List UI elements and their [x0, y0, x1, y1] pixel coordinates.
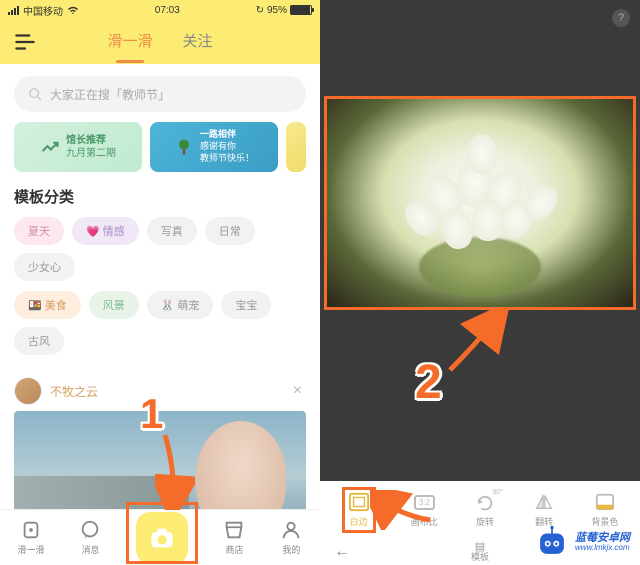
pill-row-1: 夏天 💗情感 写真 日常 少女心	[0, 217, 320, 291]
tool-bgcolor[interactable]: 背景色	[591, 492, 618, 528]
promo-2-line1: 一路相伴	[200, 129, 254, 141]
tab-swipe[interactable]: 滑一滑	[107, 30, 152, 55]
header: 滑一滑 关注	[0, 20, 320, 64]
store-icon	[223, 519, 245, 541]
search-placeholder: 大家正在搜「教师节」	[50, 86, 170, 103]
status-time: 07:03	[155, 5, 180, 16]
tab-follow[interactable]: 关注	[183, 30, 213, 55]
section-title-templates: 模板分类	[0, 186, 320, 217]
promo-card-more[interactable]	[286, 122, 306, 172]
bgcolor-icon	[594, 492, 616, 512]
user-name: 不牧之云	[50, 383, 98, 400]
chart-up-icon	[40, 137, 60, 157]
watermark-robot-icon	[535, 525, 569, 559]
promo-row: 馆长推荐九月第二期 一路相伴感谢有你教师节快乐！	[0, 122, 320, 186]
pill-scenery[interactable]: 风景	[89, 291, 139, 319]
nav-store[interactable]: 商店	[223, 519, 245, 556]
tool-aspect-ratio[interactable]: 3:2 画布比	[411, 492, 438, 528]
left-app-screen: 中国移动 07:03 ↻ 95% 滑一滑 关注 大家正在搜「教师节」	[0, 0, 320, 565]
flip-icon	[533, 492, 555, 512]
canvas-highlight-frame	[324, 96, 636, 310]
nav-messages[interactable]: 消息	[79, 519, 101, 556]
tool-rotate[interactable]: 90° 旋转	[473, 492, 497, 528]
ratio-icon: 3:2	[414, 495, 435, 510]
tool-border-highlight-frame: 白边	[342, 487, 376, 533]
bottom-strip-label: 模板	[471, 553, 489, 563]
scroll-icon	[20, 519, 42, 541]
close-icon[interactable]: ×	[293, 382, 306, 400]
bottom-nav: 滑一滑 消息 商店 我的	[0, 509, 320, 565]
profile-icon	[280, 519, 302, 541]
pill-pets[interactable]: 🐰萌宠	[147, 291, 214, 319]
pill-row-2: 🍱美食 风景 🐰萌宠 宝宝 古风	[0, 291, 320, 365]
nav-camera-button[interactable]	[136, 512, 188, 564]
promo-2-line2: 感谢有你	[200, 141, 254, 153]
canvas-image[interactable]	[327, 99, 633, 307]
promo-1-line2: 九月第二期	[66, 147, 116, 160]
watermark-line2: www.lmkjx.com	[575, 544, 630, 553]
avatar[interactable]	[14, 377, 42, 405]
right-editor-screen: ?	[320, 0, 640, 565]
border-icon	[348, 492, 370, 512]
watermark-line1: 蓝莓安卓网	[575, 532, 630, 544]
back-arrow-icon[interactable]: ←	[334, 543, 350, 561]
nav-swipe[interactable]: 滑一滑	[17, 519, 44, 556]
message-icon	[79, 519, 101, 541]
tool-flip[interactable]: 翻转	[532, 492, 556, 528]
carrier-label: 中国移动	[23, 3, 63, 18]
pill-portrait[interactable]: 写真	[147, 217, 197, 245]
watermark: 蓝莓安卓网 www.lmkjx.com	[535, 525, 630, 559]
battery-pct: 95%	[267, 5, 287, 16]
promo-card-teachers-day[interactable]: 一路相伴感谢有你教师节快乐！	[150, 122, 278, 172]
promo-1-line1: 馆长推荐	[66, 134, 116, 147]
search-bar[interactable]: 大家正在搜「教师节」	[14, 76, 306, 112]
help-button[interactable]: ?	[612, 9, 630, 27]
tree-icon	[174, 137, 194, 157]
search-icon	[28, 87, 42, 101]
wifi-icon	[67, 5, 79, 15]
menu-icon[interactable]	[12, 29, 38, 55]
pill-vintage[interactable]: 古风	[14, 327, 64, 355]
pill-food[interactable]: 🍱美食	[14, 291, 81, 319]
pill-summer[interactable]: 夏天	[14, 217, 64, 245]
promo-card-curator[interactable]: 馆长推荐九月第二期	[14, 122, 142, 172]
callout-2: 2	[415, 355, 442, 410]
pill-daily[interactable]: 日常	[205, 217, 255, 245]
pill-emotion[interactable]: 💗情感	[72, 217, 139, 245]
tool-border[interactable]: 白边	[347, 492, 371, 528]
pill-girly[interactable]: 少女心	[14, 253, 75, 281]
status-bar: 中国移动 07:03 ↻ 95%	[0, 0, 320, 20]
battery-icon	[290, 5, 312, 15]
promo-2-line3: 教师节快乐！	[200, 153, 254, 165]
camera-icon	[148, 524, 176, 552]
sync-icon: ↻	[256, 5, 264, 16]
callout-1: 1	[140, 390, 163, 438]
pill-baby[interactable]: 宝宝	[221, 291, 271, 319]
nav-profile[interactable]: 我的	[280, 519, 302, 556]
canvas-area[interactable]	[320, 96, 640, 310]
signal-icon	[8, 6, 19, 15]
